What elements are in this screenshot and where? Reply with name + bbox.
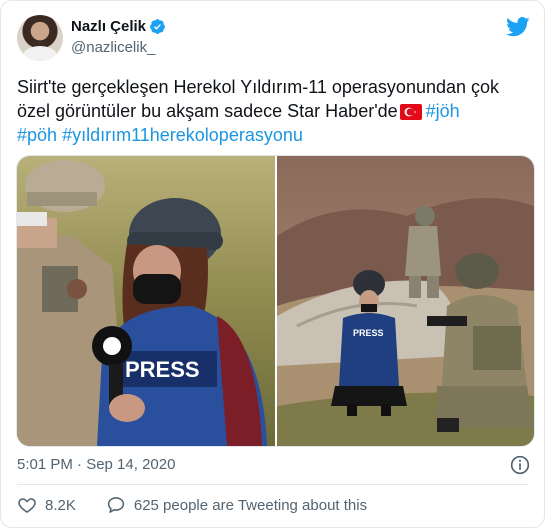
hashtag-poh[interactable]: #pöh (17, 125, 57, 145)
conversation-text: 625 people are Tweeting about this (133, 496, 368, 514)
tweet-actions: 8.2K 625 people are Tweeting about this (17, 495, 367, 515)
media-grid: PRESS PRESS (16, 155, 535, 447)
verified-badge-icon (150, 19, 165, 34)
press-label-left: PRESS (125, 357, 200, 382)
hashtag-yildirim11[interactable]: #yıldırım11herekoloperasyonu (62, 125, 303, 145)
tweet-text: Siirt'te gerçekleşen Herekol Yıldırım-11… (17, 75, 537, 147)
press-label-right: PRESS (353, 328, 384, 338)
tweet-embed-card: Nazlı Çelik @nazlicelik_ Siirt'te gerçek… (0, 0, 545, 528)
like-button[interactable]: 8.2K (17, 495, 76, 515)
author-name-row[interactable]: Nazlı Çelik (71, 18, 166, 35)
author-avatar[interactable] (17, 15, 63, 61)
heart-icon (18, 498, 36, 514)
photo-journalist-closeup-image: PRESS (17, 156, 275, 446)
speech-bubble-icon (107, 497, 124, 513)
twitter-bird-icon[interactable] (506, 17, 530, 37)
author-handle[interactable]: @nazlicelik_ (71, 39, 155, 56)
photo-journalist-closeup[interactable]: PRESS (17, 156, 275, 446)
avatar-figure (23, 46, 57, 61)
photo-operation-scene-image: PRESS (277, 156, 534, 446)
tweet-timestamp[interactable]: 5:01 PM · Sep 14, 2020 (17, 456, 175, 473)
conversation-button[interactable]: 625 people are Tweeting about this (106, 495, 367, 515)
turkey-flag-icon (399, 104, 422, 120)
photo-operation-scene[interactable]: PRESS (277, 156, 534, 446)
hashtag-joh[interactable]: #jöh (426, 101, 460, 121)
divider (17, 484, 528, 485)
like-count: 8.2K (45, 496, 76, 514)
author-display-name[interactable]: Nazlı Çelik (71, 18, 146, 35)
info-icon[interactable] (510, 455, 530, 475)
